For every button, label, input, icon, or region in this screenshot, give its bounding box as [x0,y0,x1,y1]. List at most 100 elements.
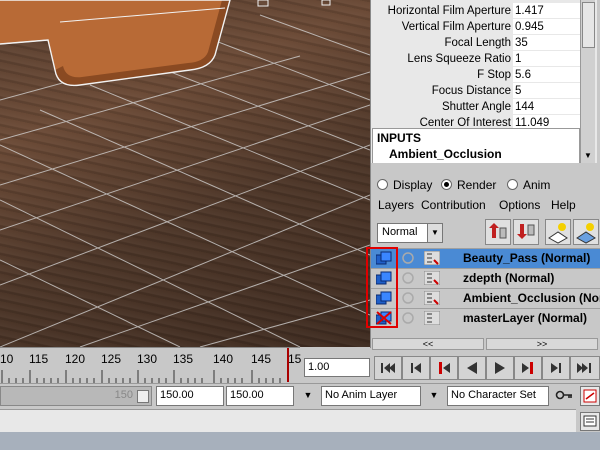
current-time-indicator[interactable] [287,348,289,382]
render-settings-icon[interactable] [424,271,440,285]
mode-radio-anim[interactable]: Anim [507,177,550,193]
mode-label: Anim [523,178,551,192]
step-back-frame-button[interactable] [402,356,430,380]
layer-up-icon [489,223,507,239]
menu-layers[interactable]: Layers [378,198,414,212]
attr-value-field[interactable]: 144 [513,99,583,115]
menu-contribution[interactable]: Contribution [421,198,486,212]
attr-row-focus-distance: Focus Distance 5 [371,83,583,99]
attr-label: Vertical Film Aperture [401,21,511,33]
mode-label: Render [457,178,497,192]
blend-mode-select[interactable]: Normal ▼ [377,223,443,243]
blend-mode-value: Normal [382,226,418,238]
current-frame-field[interactable]: 1.00 [304,358,370,377]
character-set-value: No Character Set [451,389,536,401]
mode-radio-render[interactable]: Render [441,177,496,193]
move-layer-down-button[interactable] [513,219,539,245]
render-settings-icon[interactable] [424,311,440,325]
layer-row-ambient-occlusion[interactable]: Ambient_Occlusion (Normal) [371,288,600,308]
play-backwards-button[interactable] [458,356,486,380]
character-set-dropdown-button[interactable]: ▼ [424,386,444,404]
highlight-annotation-box [366,247,398,328]
play-forwards-button[interactable] [486,356,514,380]
range-slider-handle[interactable] [137,390,149,403]
range-slider[interactable]: 150 [0,386,152,406]
attr-label: Horizontal Film Aperture [387,5,511,17]
render-settings-icon[interactable] [424,251,440,265]
time-slider[interactable]: 10 115 120 125 130 135 140 145 15 [0,347,301,384]
playback-end-field[interactable]: 150.00 [226,386,294,406]
mode-label: Display [393,178,433,192]
command-line[interactable] [0,409,576,433]
layer-row-master-layer[interactable]: masterLayer (Normal) [371,308,600,328]
recycle-icon[interactable] [400,311,416,325]
play-forward-icon [495,362,505,374]
step-back-icon [411,363,421,373]
menu-options[interactable]: Options [499,198,540,212]
radio-selected-icon [441,179,452,190]
attr-label: Focal Length [444,37,512,49]
attr-value-field[interactable]: 5.6 [513,67,583,83]
layer-row-beauty-pass[interactable]: Beauty_Pass (Normal) [371,248,600,268]
play-backward-icon [467,362,477,374]
new-layer-selected-button[interactable] [573,219,599,245]
attr-value-field[interactable]: 1 [513,51,583,67]
new-layer-icon [548,223,568,244]
layer-row-zdepth[interactable]: zdepth (Normal) [371,268,600,288]
scrollbar-thumb[interactable] [582,2,595,48]
inputs-section: INPUTS Ambient_Occlusion [372,128,580,164]
layer-nav-right-button[interactable]: >> [486,338,598,350]
recycle-icon[interactable] [400,271,416,285]
step-forward-icon [551,363,561,373]
end-time-field[interactable]: 150.00 [156,386,224,406]
current-frame-value: 1.00 [308,361,330,373]
go-to-start-button[interactable] [374,356,402,380]
range-slider-end-label: 150 [114,389,133,401]
inputs-item[interactable]: Ambient_Occlusion [389,147,502,161]
animation-preferences-button[interactable] [580,386,600,406]
playback-end-value: 150.00 [230,389,264,401]
attr-row-f-stop: F Stop 5.6 [371,67,583,83]
help-line [0,432,600,450]
mode-radio-display[interactable]: Display [377,177,432,193]
script-editor-button[interactable] [580,412,600,431]
new-empty-layer-button[interactable] [545,219,571,245]
go-to-end-button[interactable] [570,356,600,380]
attr-value-field[interactable]: 0.945 [513,19,583,35]
preferences-icon [583,389,597,403]
render-settings-icon[interactable] [424,291,440,305]
viewport-grid [0,0,370,347]
layer-editor: Display Render Anim Layers Contribution … [370,163,600,348]
anim-layer-dropdown-button[interactable]: ▼ [298,386,318,404]
attr-value-field[interactable]: 1.417 [513,3,583,19]
scroll-down-icon[interactable]: ▼ [584,151,592,160]
layer-nav-left-button[interactable]: << [372,338,484,350]
attr-value-field[interactable]: 35 [513,35,583,51]
attr-row-focal-length: Focal Length 35 [371,35,583,51]
step-forward-frame-button[interactable] [542,356,570,380]
attr-label: Lens Squeeze Ratio [407,53,511,65]
recycle-icon[interactable] [400,251,416,265]
character-set-field[interactable]: No Character Set [447,386,549,406]
anim-layer-value: No Anim Layer [325,389,398,401]
attr-label: Focus Distance [431,85,511,97]
attr-label: F Stop [477,69,511,81]
attributes-scrollbar[interactable]: ▼ [580,0,595,163]
menu-help[interactable]: Help [551,198,576,212]
key-icon[interactable] [554,386,574,404]
move-layer-up-button[interactable] [485,219,511,245]
attr-row-shutter-angle: Shutter Angle 144 [371,99,583,115]
step-forward-key-button[interactable] [514,356,542,380]
attr-value-field[interactable]: 5 [513,83,583,99]
attr-row-horizontal-film-aperture: Horizontal Film Aperture 1.417 [371,3,583,19]
layer-name: Ambient_Occlusion (Normal) [463,291,600,305]
step-back-key-button[interactable] [430,356,458,380]
recycle-icon[interactable] [400,291,416,305]
anim-layer-field[interactable]: No Anim Layer [321,386,421,406]
perspective-viewport[interactable] [0,0,370,347]
skip-to-start-icon [381,363,395,373]
cabinet-object [0,0,331,87]
attr-label: Shutter Angle [441,101,511,113]
chevron-down-icon: ▼ [427,224,442,242]
layer-name: zdepth (Normal) [463,271,555,285]
